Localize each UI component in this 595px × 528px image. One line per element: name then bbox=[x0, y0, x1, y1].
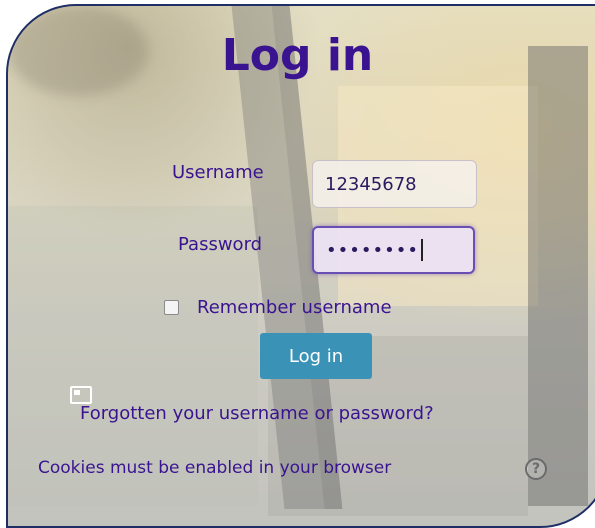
remember-username: Remember username bbox=[164, 297, 392, 318]
remember-username-checkbox[interactable] bbox=[164, 300, 179, 315]
login-form: Log in Username 12345678 Password ••••••… bbox=[0, 0, 595, 503]
remember-username-label[interactable]: Remember username bbox=[197, 297, 392, 318]
username-field[interactable]: 12345678 bbox=[312, 160, 477, 208]
password-value: •••••••• bbox=[326, 239, 419, 261]
question-circle-icon[interactable]: ? bbox=[525, 458, 547, 480]
password-label: Password bbox=[178, 234, 263, 255]
text-caret bbox=[420, 239, 423, 261]
help-glyph: ? bbox=[531, 461, 541, 477]
window-icon bbox=[70, 386, 92, 404]
forgot-password-link[interactable]: Forgotten your username or password? bbox=[80, 403, 434, 424]
username-value: 12345678 bbox=[325, 173, 417, 195]
login-button[interactable]: Log in bbox=[260, 333, 372, 379]
page-title: Log in bbox=[221, 30, 374, 81]
cookies-notice: Cookies must be enabled in your browser bbox=[38, 458, 392, 478]
password-field[interactable]: •••••••• bbox=[312, 226, 475, 274]
username-label: Username bbox=[172, 162, 264, 183]
